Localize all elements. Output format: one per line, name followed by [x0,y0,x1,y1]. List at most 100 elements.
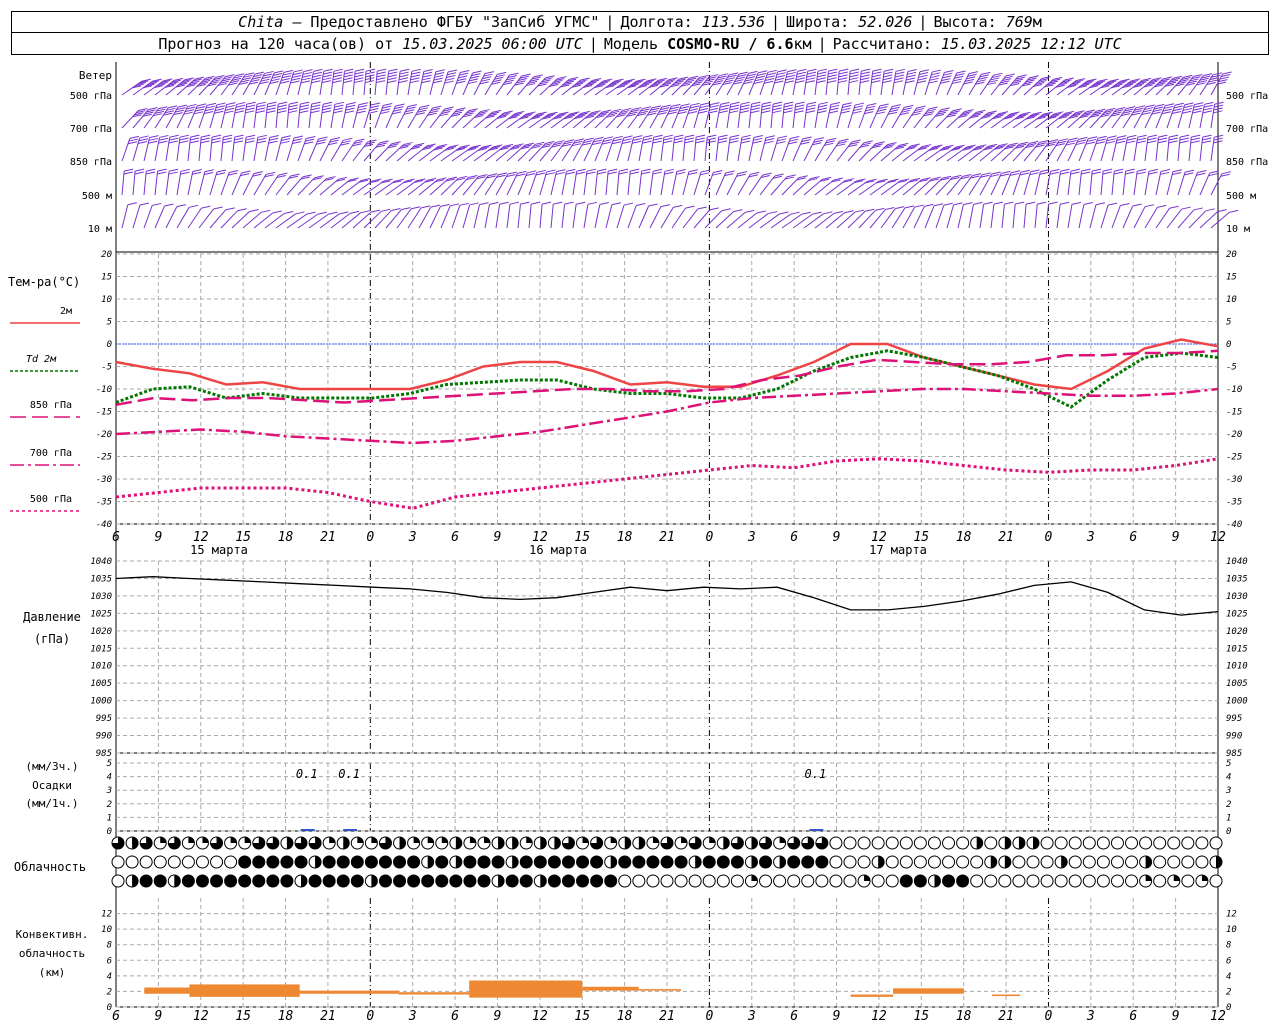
wind-barb-feather [488,173,498,177]
wind-barb [165,171,170,196]
wind-barb-feather [355,68,365,72]
wind-barb [693,104,702,129]
wind-barb [792,71,798,96]
cloud-symbol [336,836,350,850]
cloud-fill [371,837,378,843]
wind-barb [275,213,296,229]
wind-barb-feather [817,107,828,111]
wind-barb [572,112,592,129]
wind-barb [539,204,543,229]
wind-barb-feather [801,211,811,215]
wind-barb-feather [713,169,723,173]
cloud-symbol [280,874,294,888]
wind-barb-feather [721,208,731,212]
wind-barb-feather [653,134,663,138]
cloud-symbol [407,874,421,888]
wind-barb-feather [469,78,479,82]
cloud-symbol [688,855,702,869]
wind-barb [176,207,190,229]
wind-barb-feather [338,176,348,180]
wind-barb-feather [536,169,546,173]
cloud-symbol [956,874,970,888]
wind-barb [814,179,835,196]
cloud-symbol [1068,836,1082,850]
wind-barb-feather [514,143,524,147]
cloud-symbol [1110,855,1124,869]
wind-barb [616,137,625,162]
temp-legend-label: 850 гПа [30,400,72,411]
cloud-symbol [1054,855,1068,869]
wind-barb-feather [789,138,799,142]
wind-barb [275,175,292,196]
wind-barb-feather [403,142,413,146]
cloud-symbol [181,855,195,869]
cloud-symbol [519,836,533,850]
conv-bars [144,980,1021,998]
wind-barb-feather [612,138,623,142]
wind-barb-feather [277,107,287,111]
wind-barb-feather [435,69,445,73]
cloud-fill [864,875,871,881]
wind-barb-feather [1087,136,1098,140]
wind-barb [781,104,785,129]
cloud-symbol [984,836,998,850]
wind-barb-feather [520,201,530,205]
wind-barb-feather [668,77,678,81]
wind-barb [770,71,779,96]
cloud-circle [702,874,716,888]
wind-barb-feather [553,201,563,205]
cloud-symbol [561,874,575,888]
wind-barb-feather [159,134,169,138]
wind-barb-feather [1173,75,1183,79]
y-tick-right: 5 [1226,759,1231,769]
y-tick-right: -25 [1226,453,1242,463]
wind-barb-feather [964,109,974,113]
cloud-symbol [125,855,139,869]
hour-tick-bottom: 0 [1045,1009,1053,1024]
wind-barb-feather [1135,105,1146,109]
cloud-circle [1012,855,1026,869]
cloud-fill [295,856,307,868]
wind-barb-feather [772,110,782,114]
cloud-circle [1068,855,1082,869]
cloud-circle [1082,836,1096,850]
cloud-symbol [547,855,561,869]
wind-barb-feather [1081,171,1091,175]
cloud-circle [153,855,167,869]
y-tick-left: 6 [107,956,112,966]
cloud-symbol [956,836,970,850]
wind-barb-feather [685,134,695,138]
wind-barb-feather [674,134,684,138]
cloud-symbol [773,836,787,850]
wind-barb-feather [565,171,576,175]
wind-barb-feather [410,74,421,78]
cloud-symbol [590,874,604,888]
wind-barb-feather [179,140,189,144]
hour-tick: 6 [790,530,798,545]
wind-barb [1078,171,1082,196]
day-label: 15 марта [190,543,248,557]
cloud-fill [787,856,800,868]
wind-barb [726,137,731,162]
wind-barb-feather [940,80,950,84]
wind-barb-feather [678,108,689,112]
wind-barb-feather [391,207,401,211]
wind-barb-feather [546,169,556,173]
wind-barb [187,137,191,162]
wind-barb-feather [1086,138,1097,142]
wind-barb-feather [469,202,479,206]
cloud-fill [681,837,688,843]
wind-barb-feather [576,171,586,175]
wind-barb-feather [270,78,280,82]
wind-barb-feather [871,74,882,78]
wind-barb-feather [565,139,575,143]
wind-barb-feather [200,140,210,144]
wind-barb [319,213,340,229]
wind-barb-feather [525,172,536,176]
wind-barb-feather [1102,171,1112,175]
cloud-fill [709,837,716,843]
wind-barb-feather [411,206,421,210]
wind-barb-feather [745,209,755,213]
wind-barb [1056,171,1062,196]
wind-barb-feather [316,141,326,145]
